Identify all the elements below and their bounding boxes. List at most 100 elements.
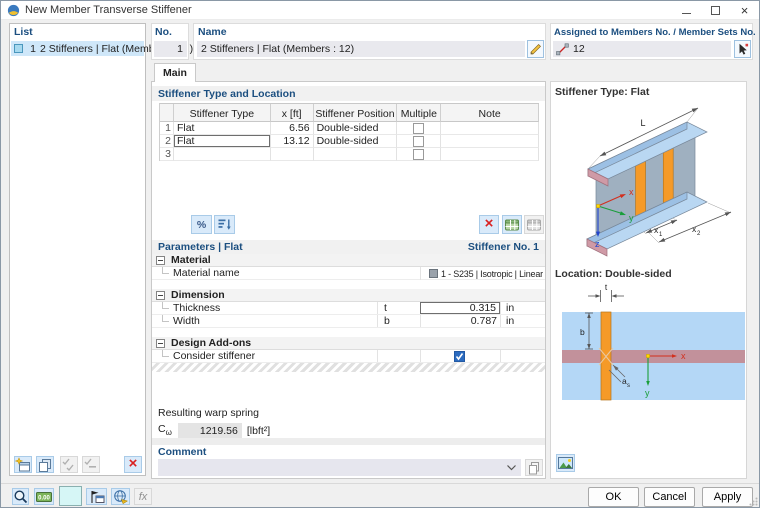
rename-button[interactable] [527, 40, 544, 58]
new-entry-button[interactable] [14, 456, 32, 473]
collapse-icon[interactable] [156, 339, 165, 348]
multiple-checkbox[interactable] [413, 123, 424, 134]
width-value-field[interactable]: 0.787 [420, 315, 500, 327]
apply-button[interactable]: Apply [702, 487, 753, 507]
name-value: 2 Stiffeners | Flat (Members : 12) [201, 43, 354, 55]
select-members-button[interactable] [734, 40, 751, 58]
cancel-button[interactable]: Cancel [644, 487, 695, 507]
spacer-row [152, 280, 545, 289]
cell-stiffener-position[interactable]: Double-sided [314, 122, 398, 135]
select-all-button[interactable] [60, 456, 78, 473]
cell-note[interactable] [441, 135, 539, 148]
thickness-unit: in [500, 302, 545, 314]
fx-icon: fx [139, 491, 148, 503]
tree-elbow [162, 315, 169, 322]
preview-panel: Stiffener Type: Flat [550, 81, 747, 479]
cell-note[interactable] [441, 148, 539, 161]
tab-main-label: Main [163, 67, 187, 79]
tab-main[interactable]: Main [154, 63, 196, 82]
export-table-button[interactable] [502, 215, 522, 234]
stiffener-type-title: Stiffener Type: Flat [555, 86, 649, 98]
axis-z-label: z [595, 239, 600, 249]
close-button[interactable]: × [730, 1, 759, 20]
uncheck-all-icon [83, 457, 99, 473]
delete-rows-icon: × [485, 215, 494, 232]
import-table-button[interactable] [524, 215, 544, 234]
axis-x-label: x [629, 187, 634, 197]
copy-sheets-icon [527, 461, 541, 475]
svg-text:0.00: 0.00 [38, 495, 50, 501]
maximize-icon [711, 6, 720, 15]
thickness-value-field[interactable]: 0.315 [420, 302, 500, 314]
col-stiffener-position: Stiffener Position [314, 104, 398, 122]
consider-unit-cell [500, 350, 545, 362]
assigned-field[interactable]: 12 [553, 41, 731, 57]
name-field[interactable]: 2 Stiffeners | Flat (Members : 12) [197, 41, 525, 57]
spacer-row [152, 328, 545, 337]
cell-stiffener-position[interactable] [314, 148, 398, 161]
color-swatch-button[interactable] [59, 486, 82, 506]
stiffener-type-diagram: L x 1 x 2 x y z [551, 98, 746, 258]
delete-all-rows-button[interactable]: × [479, 215, 499, 234]
tree-elbow [162, 302, 169, 309]
dim-x2-sub: 2 [697, 231, 701, 237]
deselect-all-button[interactable] [82, 456, 100, 473]
cell-x[interactable] [271, 148, 314, 161]
cell-stiffener-type[interactable] [174, 148, 271, 161]
display-properties-button[interactable] [86, 488, 107, 505]
warp-symbol: Cω [158, 423, 172, 437]
col-note: Note [441, 104, 539, 122]
cell-stiffener-type[interactable]: Flat [174, 122, 271, 135]
parameters-title: Parameters | Flat [158, 241, 243, 253]
cell-x[interactable]: 13.12 [271, 135, 314, 148]
group-dimension[interactable]: Dimension [152, 289, 545, 302]
spreadsheet-disabled-icon [526, 217, 542, 233]
formula-button[interactable]: fx [134, 488, 152, 505]
table-header-row: Stiffener Type x [ft] Stiffener Position… [160, 104, 539, 122]
cell-stiffener-type-focused[interactable]: Flat [174, 135, 271, 148]
list-item-swatch-icon [14, 44, 23, 53]
copy-entry-button[interactable] [36, 456, 54, 473]
assigned-value: 12 [573, 43, 585, 55]
cell-x[interactable]: 6.56 [271, 122, 314, 135]
consider-stiffener-checkbox[interactable] [454, 351, 465, 362]
material-swatch [429, 269, 438, 278]
collapse-icon[interactable] [156, 256, 165, 265]
tree-elbow [162, 267, 169, 274]
no-label: No. [155, 26, 172, 38]
delete-entry-button[interactable]: × [124, 456, 142, 473]
diagram-options-button[interactable] [556, 454, 575, 472]
material-name-value: 1 - S235 | Isotropic | Linear Elas... [441, 269, 545, 279]
group-material[interactable]: Material [152, 254, 545, 267]
ok-button[interactable]: OK [588, 487, 639, 507]
resize-grip[interactable] [749, 497, 758, 506]
list-panel: List 1 2 Stiffeners | Flat (Members : 12… [9, 23, 146, 476]
units-icon: 0.00 [36, 489, 52, 505]
comment-combobox[interactable] [158, 459, 521, 476]
stiffener-table-section-title: Stiffener Type and Location [158, 88, 295, 100]
stiffener-table-section-bar: Stiffener Type and Location [152, 86, 545, 101]
multiple-checkbox[interactable] [413, 136, 424, 147]
comment-templates-button[interactable] [525, 459, 543, 476]
online-help-button[interactable] [111, 488, 130, 505]
minimize-button[interactable] [672, 1, 701, 20]
maximize-button[interactable] [701, 1, 730, 20]
list-panel-title: List [14, 26, 33, 38]
material-name-value-cell[interactable]: 1 - S235 | Isotropic | Linear Elas... [420, 267, 545, 280]
cell-multiple [397, 122, 441, 135]
section-axis-x-label: x [681, 351, 686, 361]
cell-note[interactable] [441, 122, 539, 135]
cell-stiffener-position[interactable]: Double-sided [314, 135, 398, 148]
sort-rows-button[interactable] [214, 215, 235, 234]
copy-entry-icon [37, 457, 53, 473]
collapse-icon[interactable] [156, 291, 165, 300]
units-settings-button[interactable]: 0.00 [34, 488, 54, 505]
magnifier-icon [13, 489, 28, 504]
list-item[interactable]: 1 2 Stiffeners | Flat (Members : 12) [11, 41, 144, 56]
app-icon [7, 4, 20, 17]
multiple-checkbox[interactable] [413, 149, 424, 160]
relative-position-button[interactable]: % [191, 215, 212, 234]
bottom-bar: 0.00 fx OK Cancel [1, 483, 759, 507]
pick-object-button[interactable] [12, 488, 29, 505]
group-design-addons[interactable]: Design Add-ons [152, 337, 545, 350]
